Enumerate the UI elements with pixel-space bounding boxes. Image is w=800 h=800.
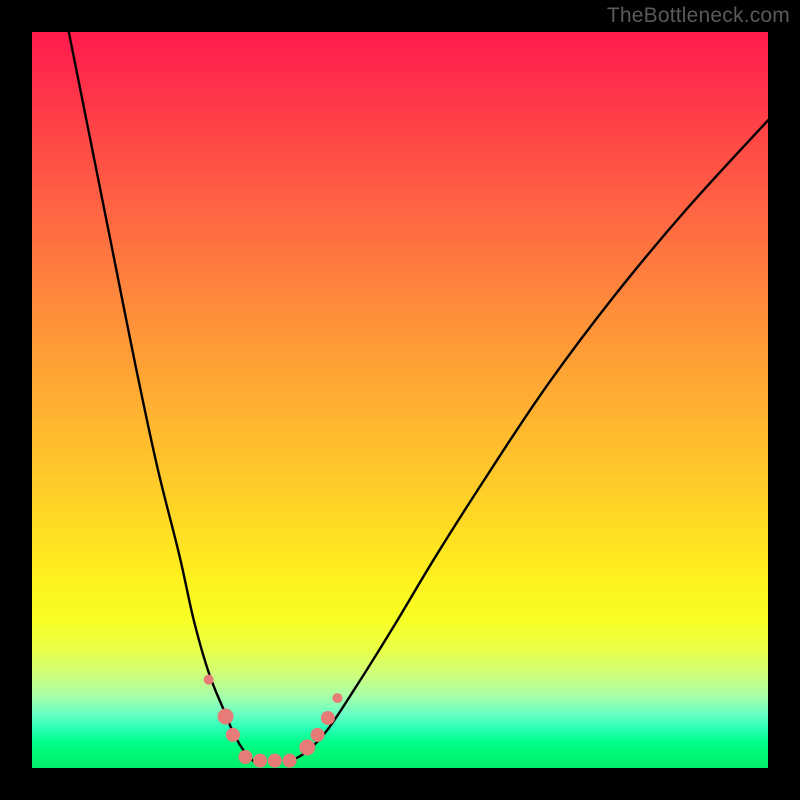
- data-marker: [268, 754, 282, 768]
- data-marker: [321, 711, 335, 725]
- data-marker: [238, 750, 252, 764]
- data-marker: [283, 754, 297, 768]
- data-marker: [299, 739, 315, 755]
- curve-left-curve: [69, 32, 253, 761]
- data-marker: [332, 693, 342, 703]
- data-marker: [218, 708, 234, 724]
- plot-area: [32, 32, 768, 768]
- curve-right-curve: [290, 120, 768, 760]
- watermark-text: TheBottleneck.com: [607, 4, 790, 28]
- chart-frame: TheBottleneck.com: [0, 0, 800, 800]
- data-marker: [311, 728, 325, 742]
- data-marker: [204, 675, 214, 685]
- data-marker: [226, 728, 240, 742]
- data-marker: [253, 754, 267, 768]
- curves-layer: [32, 32, 768, 768]
